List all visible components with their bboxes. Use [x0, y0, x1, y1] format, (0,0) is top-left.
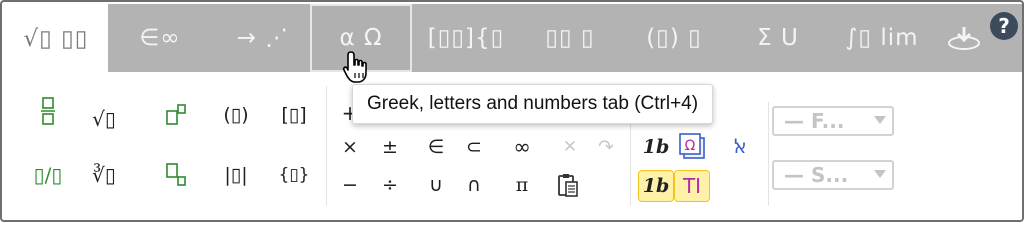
tab-matrices[interactable]: [▯▯]{▯: [414, 4, 518, 72]
superscript-button[interactable]: [158, 98, 194, 132]
minus-button[interactable]: −: [332, 168, 368, 202]
sqrt-button[interactable]: √▯: [86, 102, 122, 136]
subset-button[interactable]: ⊂: [456, 130, 492, 164]
font-family-select[interactable]: — F...: [772, 106, 894, 136]
square-brackets-button[interactable]: [▯]: [276, 98, 312, 132]
tab-operators[interactable]: Σ U: [726, 4, 830, 72]
hand-cursor-icon: [342, 51, 367, 83]
tab-fractions[interactable]: √▯ ▯▯: [4, 4, 108, 74]
subscript-button[interactable]: [158, 158, 194, 192]
plus-minus-button[interactable]: ±: [372, 130, 408, 164]
pi-button[interactable]: π: [504, 168, 540, 202]
accessibility-icon: [948, 27, 980, 50]
tab-accessibility[interactable]: [934, 4, 994, 72]
tab-calculus[interactable]: ∫▯ lim: [830, 4, 934, 72]
parentheses-button[interactable]: (▯): [218, 98, 254, 132]
divider: [630, 112, 631, 206]
fraction-icon: [41, 97, 55, 125]
chevron-down-icon: [874, 116, 886, 124]
paste-button[interactable]: [550, 168, 586, 202]
union-button[interactable]: ∪: [418, 168, 454, 202]
infinity-button[interactable]: ∞: [504, 130, 540, 164]
text-style-active-button[interactable]: 1b: [638, 170, 674, 202]
tab-brackets[interactable]: (▯) ▯: [622, 4, 726, 72]
clear-icon[interactable]: ✕: [552, 130, 588, 164]
arabic-button[interactable]: ﭏ: [722, 130, 758, 164]
tab-scripts[interactable]: ▯▯ ▯: [518, 4, 622, 72]
redo-icon[interactable]: ↷: [588, 130, 624, 164]
divide-button[interactable]: ÷: [372, 168, 408, 202]
text-mode-button[interactable]: TI: [674, 170, 710, 202]
font-size-select[interactable]: — S...: [772, 160, 894, 190]
tab-arrows[interactable]: → ⋰: [212, 4, 314, 72]
fraction-button[interactable]: [30, 94, 66, 128]
divider: [326, 86, 327, 206]
special-characters-button[interactable]: Ω: [674, 130, 710, 164]
superscript-icon: [166, 104, 186, 125]
tab-tooltip: Greek, letters and numbers tab (Ctrl+4): [352, 84, 714, 124]
help-icon[interactable]: ?: [990, 12, 1018, 40]
divider: [768, 102, 769, 206]
omega-box-icon: Ω: [679, 133, 705, 159]
subscript-icon: [166, 163, 186, 186]
clipboard-icon: [558, 174, 578, 197]
absolute-value-button[interactable]: |▯|: [218, 158, 254, 192]
element-of-button[interactable]: ∈: [418, 130, 454, 164]
svg-text:Ω: Ω: [685, 138, 696, 154]
text-style-button[interactable]: 1b: [638, 130, 674, 164]
bevelled-fraction-button[interactable]: ▯/▯: [30, 158, 66, 192]
chevron-down-icon: [874, 170, 886, 178]
times-button[interactable]: ×: [332, 130, 368, 164]
intersection-button[interactable]: ∩: [456, 168, 492, 202]
nth-root-button[interactable]: ∛▯: [86, 158, 122, 192]
editor-toolbar: √▯ ▯▯ ∈∞ → ⋰ α Ω [▯▯]{▯ ▯▯ ▯ (▯) ▯ Σ U ∫…: [0, 0, 1024, 222]
curly-brackets-button[interactable]: {▯}: [276, 158, 312, 192]
tab-bar: √▯ ▯▯ ∈∞ → ⋰ α Ω [▯▯]{▯ ▯▯ ▯ (▯) ▯ Σ U ∫…: [4, 4, 1022, 74]
tab-sets[interactable]: ∈∞: [108, 4, 212, 72]
text-mode-icon: T: [682, 174, 696, 198]
